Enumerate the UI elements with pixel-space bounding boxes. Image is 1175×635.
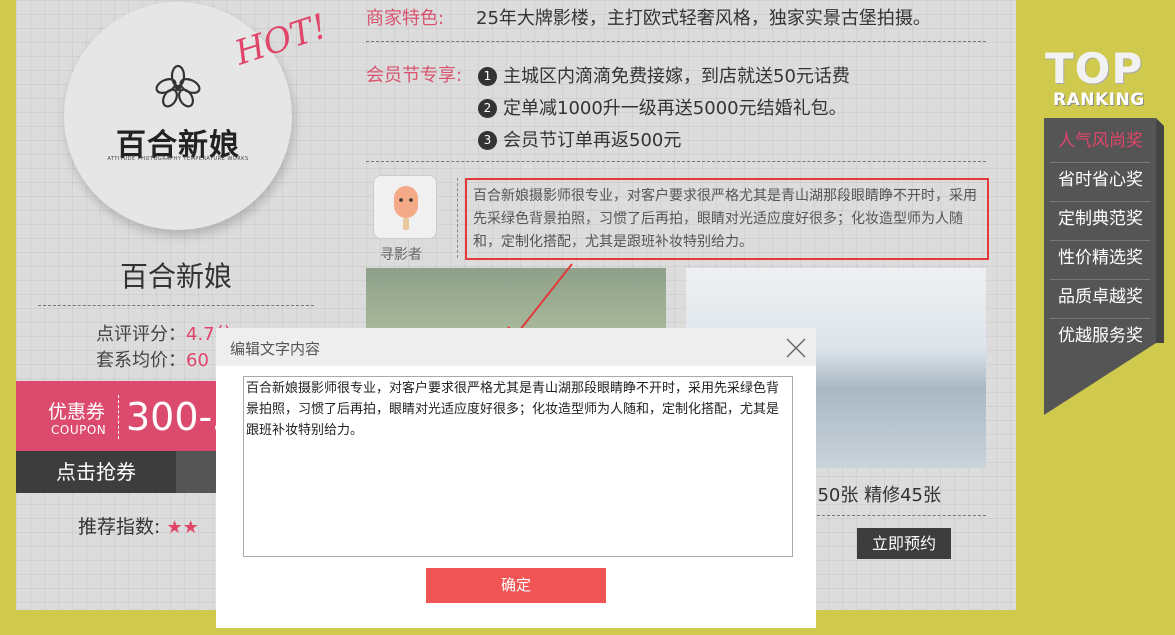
divider	[38, 305, 314, 306]
confirm-button[interactable]: 确定	[426, 568, 606, 603]
ranking-item[interactable]: 品质卓越奖	[1054, 278, 1152, 316]
member-item-2: 2 定单减1000升一级再送5000元结婚礼包。	[478, 94, 847, 120]
dialog-title: 编辑文字内容	[230, 340, 321, 358]
number-badge: 1	[478, 67, 497, 86]
dialog-title-bar: 编辑文字内容	[216, 328, 816, 366]
member-item-text: 会员节订单再返500元	[503, 130, 682, 151]
grab-coupon-button[interactable]: 点击抢券	[16, 451, 176, 493]
review-divider	[457, 178, 458, 258]
rating-stars-icon: ★★	[166, 517, 199, 538]
book-now-button[interactable]: 立即预约	[857, 528, 951, 559]
review-text-highlighted[interactable]: 百合新娘摄影师很专业，对客户要求很严格尤其是青山湖那段眼睛睁不开时，采用先采绿色…	[465, 178, 989, 260]
divider	[366, 41, 986, 42]
ranking-item[interactable]: 人气风尚奖	[1054, 122, 1152, 160]
number-badge: 2	[478, 99, 497, 118]
shop-name: 百合新娘	[119, 260, 232, 293]
popsicle-icon	[394, 186, 418, 230]
close-icon[interactable]	[784, 336, 808, 360]
coupon-label: 优惠券	[48, 401, 106, 423]
member-item-1: 1 主城区内滴滴免费接嫁，到店就送50元话费	[478, 62, 850, 88]
edit-text-area[interactable]: 百合新娘摄影师很专业，对客户要求很严格尤其是青山湖那段眼睛睁不开时，采用先采绿色…	[243, 376, 793, 557]
score-row: 点评评分：4.7分	[96, 320, 233, 346]
top-heading: TOP	[1045, 44, 1144, 93]
number-badge: 3	[478, 131, 497, 150]
lily-flower-icon	[155, 64, 201, 108]
features-text: 25年大牌影楼，主打欧式轻奢风格，独家实景古堡拍摄。	[476, 8, 931, 29]
member-item-text: 定单减1000升一级再送5000元结婚礼包。	[503, 98, 847, 119]
ranking-item[interactable]: 定制典范奖	[1054, 200, 1152, 238]
price-row: 套系均价：60	[96, 346, 209, 372]
reviewer-name: 寻影者	[380, 247, 422, 263]
ranking-item[interactable]: 省时省心奖	[1054, 161, 1152, 199]
coupon-divider	[118, 395, 119, 439]
hot-badge: HOT!	[230, 6, 332, 74]
ranking-item[interactable]: 优越服务奖	[1054, 317, 1152, 355]
member-item-text: 主城区内滴滴免费接嫁，到店就送50元话费	[503, 66, 850, 87]
price-value: 60	[186, 350, 209, 371]
divider	[366, 161, 986, 162]
features-label: 商家特色:	[366, 8, 445, 29]
recommend-label: 推荐指数:	[78, 516, 161, 538]
price-label: 套系均价：	[96, 350, 186, 371]
edit-text-dialog: 编辑文字内容 百合新娘摄影师很专业，对客户要求很严格尤其是青山湖那段眼睛睁不开时…	[216, 328, 816, 628]
member-item-3: 3 会员节订单再返500元	[478, 126, 681, 152]
reviewer-avatar[interactable]	[373, 175, 437, 239]
ranking-item[interactable]: 性价精选奖	[1054, 239, 1152, 277]
coupon-label-en: COUPON	[51, 423, 107, 437]
recommend-row: 推荐指数: ★★	[78, 512, 199, 539]
score-label: 点评评分：	[96, 324, 186, 345]
member-label: 会员节专享:	[366, 65, 463, 86]
logo-tagline: ATTITUDE PHOTOGRAPHY TEMPERATURE WORKS	[107, 156, 249, 162]
ranking-heading: RANKING	[1053, 90, 1145, 110]
